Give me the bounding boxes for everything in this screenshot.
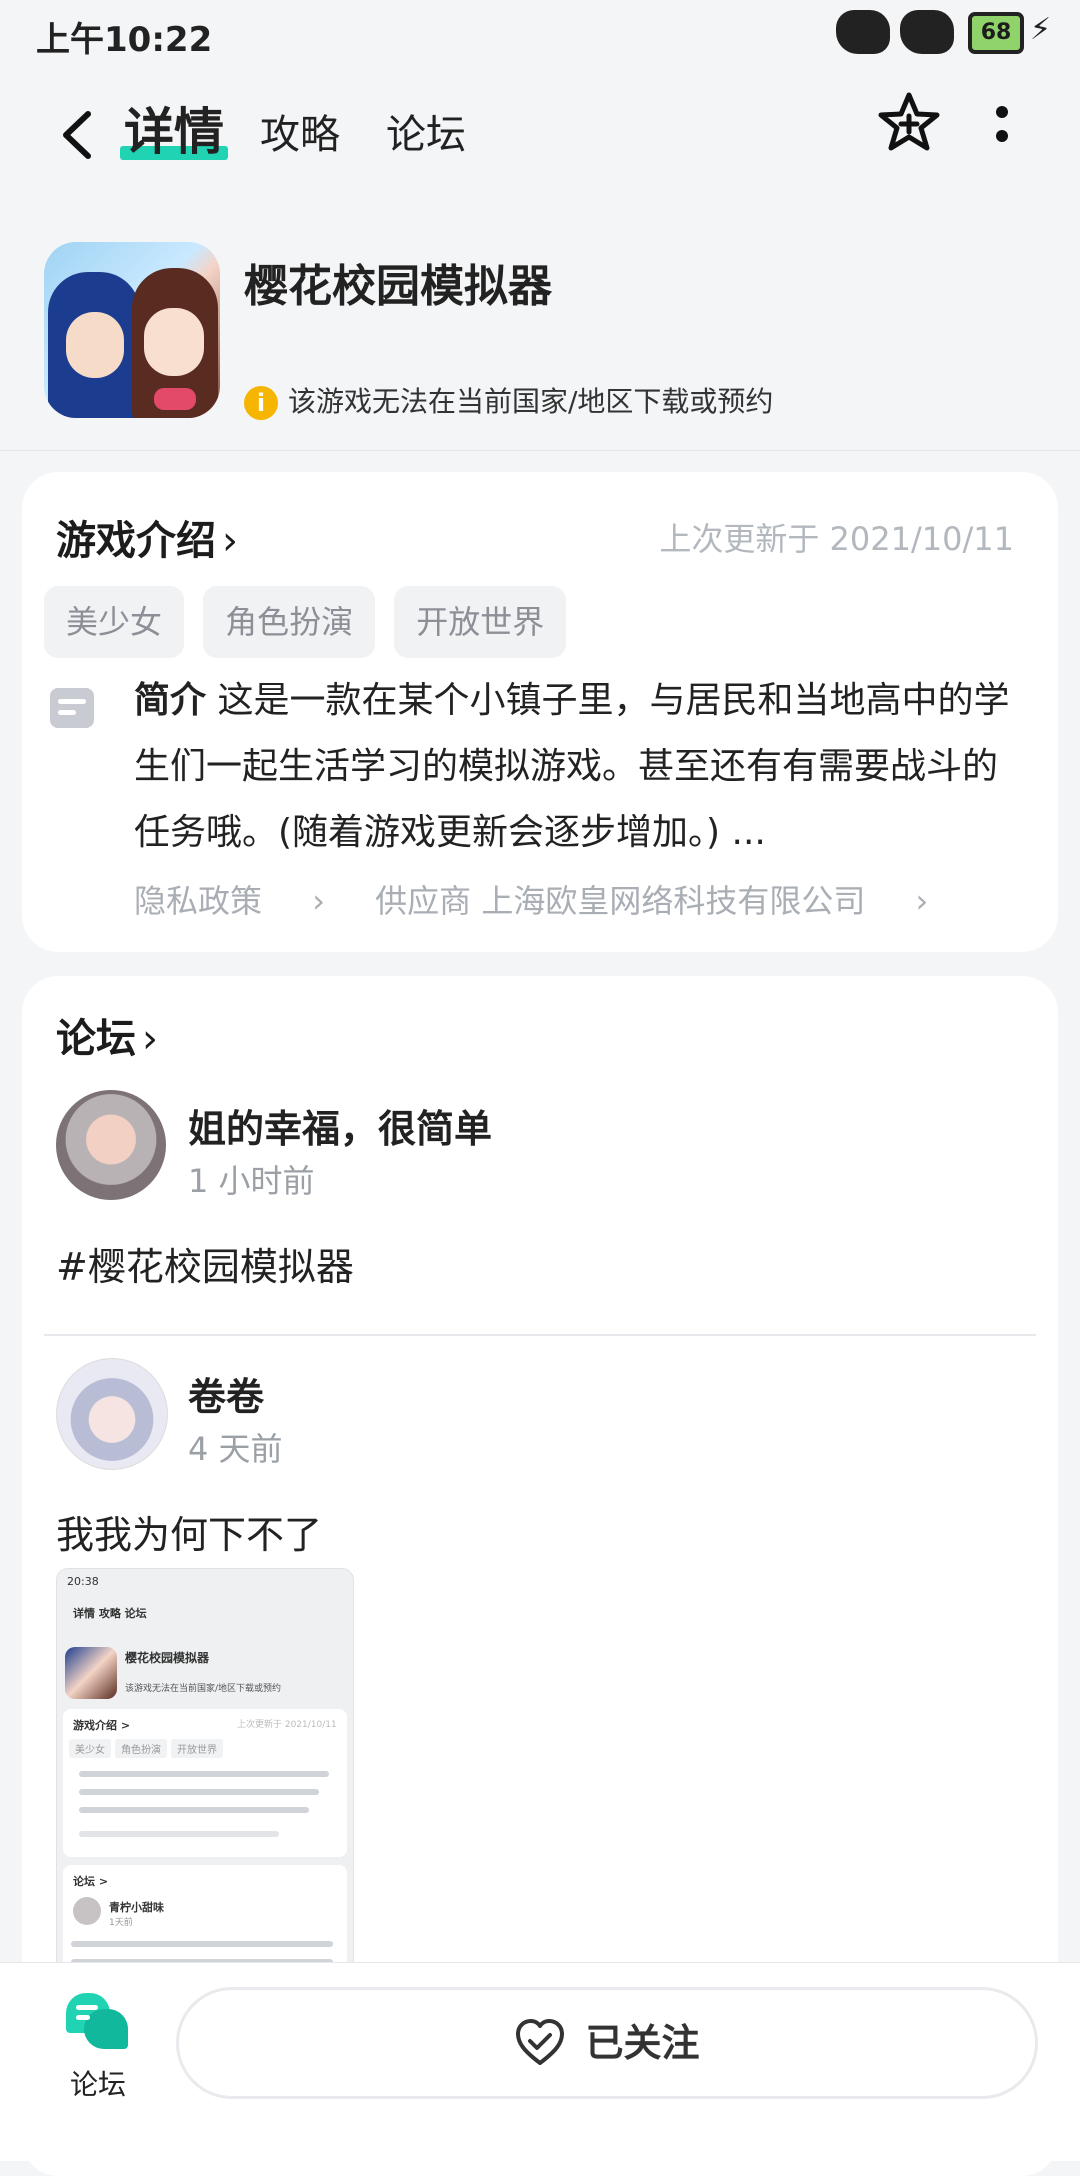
info-icon: i bbox=[244, 386, 278, 420]
bottom-bar: 论坛 已关注 bbox=[0, 1962, 1080, 2161]
game-title: 樱花校园模拟器 bbox=[244, 261, 552, 312]
charging-icon: ⚡ bbox=[1030, 12, 1052, 47]
post-time: 1 小时前 bbox=[188, 1162, 315, 1200]
more-vertical-icon[interactable] bbox=[990, 106, 1014, 156]
chevron-right-icon: › bbox=[222, 518, 238, 564]
info-links: 隐私政策 › 供应商 上海欧皇网络科技有限公司 › bbox=[134, 876, 968, 922]
last-updated: 上次更新于 2021/10/11 bbox=[659, 520, 1014, 558]
chevron-right-icon: › bbox=[142, 1016, 158, 1062]
post-author[interactable]: 卷卷 bbox=[188, 1366, 264, 1421]
region-warning: i 该游戏无法在当前国家/地区下载或预约 bbox=[244, 380, 773, 420]
tag-list: 美少女 角色扮演 开放世界 bbox=[44, 586, 580, 658]
tab-forum[interactable]: 论坛 bbox=[386, 102, 466, 160]
tag[interactable]: 美少女 bbox=[44, 586, 185, 658]
hd-signal-icon bbox=[836, 10, 890, 54]
supplier-link[interactable]: 供应商 上海欧皇网络科技有限公司 › bbox=[375, 882, 928, 920]
tag[interactable]: 角色扮演 bbox=[203, 586, 376, 658]
description[interactable]: 简介 这是一款在某个小镇子里，与居民和当地高中的学生们一起生活学习的模拟游戏。甚… bbox=[134, 668, 1024, 866]
post-body[interactable]: 我我为何下不了 bbox=[56, 1504, 322, 1559]
status-bar: 上午10:22 ◠ 68 ⚡ bbox=[0, 0, 1080, 66]
intro-title[interactable]: 游戏介绍 › bbox=[56, 508, 238, 566]
description-icon bbox=[50, 688, 94, 728]
post-image[interactable]: 20:38 详情 攻略 论坛 樱花校园模拟器 该游戏无法在当前国家/地区下载或预… bbox=[56, 1568, 354, 1990]
tab-details[interactable]: 详情 bbox=[120, 92, 228, 164]
tab-guides[interactable]: 攻略 bbox=[260, 102, 340, 160]
avatar[interactable] bbox=[56, 1090, 166, 1200]
post-body[interactable]: #樱花校园模拟器 bbox=[56, 1236, 354, 1291]
game-header: 樱花校园模拟器 i 该游戏无法在当前国家/地区下载或预约 bbox=[0, 220, 1080, 451]
privacy-link[interactable]: 隐私政策 › bbox=[134, 882, 325, 920]
game-icon bbox=[44, 242, 220, 418]
top-nav: 详情 攻略 论坛 bbox=[0, 70, 1080, 200]
follow-button[interactable]: 已关注 bbox=[176, 1987, 1038, 2099]
heart-check-icon bbox=[516, 2019, 565, 2065]
forum-title[interactable]: 论坛 › bbox=[56, 1006, 158, 1064]
battery-icon: 68 bbox=[968, 12, 1024, 54]
avatar[interactable] bbox=[56, 1358, 168, 1470]
status-time: 上午10:22 bbox=[36, 20, 213, 60]
forum-label[interactable]: 论坛 bbox=[70, 2063, 126, 2103]
post-time: 4 天前 bbox=[188, 1430, 283, 1468]
game-intro-card: 游戏介绍 › 上次更新于 2021/10/11 美少女 角色扮演 开放世界 简介 … bbox=[22, 472, 1058, 952]
forum-chat-icon[interactable] bbox=[66, 1993, 128, 2049]
wifi-icon: ◠ bbox=[922, 6, 949, 41]
tag[interactable]: 开放世界 bbox=[394, 586, 567, 658]
back-icon[interactable] bbox=[48, 100, 108, 170]
star-plus-icon[interactable] bbox=[876, 90, 942, 156]
post-author[interactable]: 姐的幸福，很简单 bbox=[188, 1098, 492, 1153]
divider bbox=[44, 1334, 1036, 1336]
